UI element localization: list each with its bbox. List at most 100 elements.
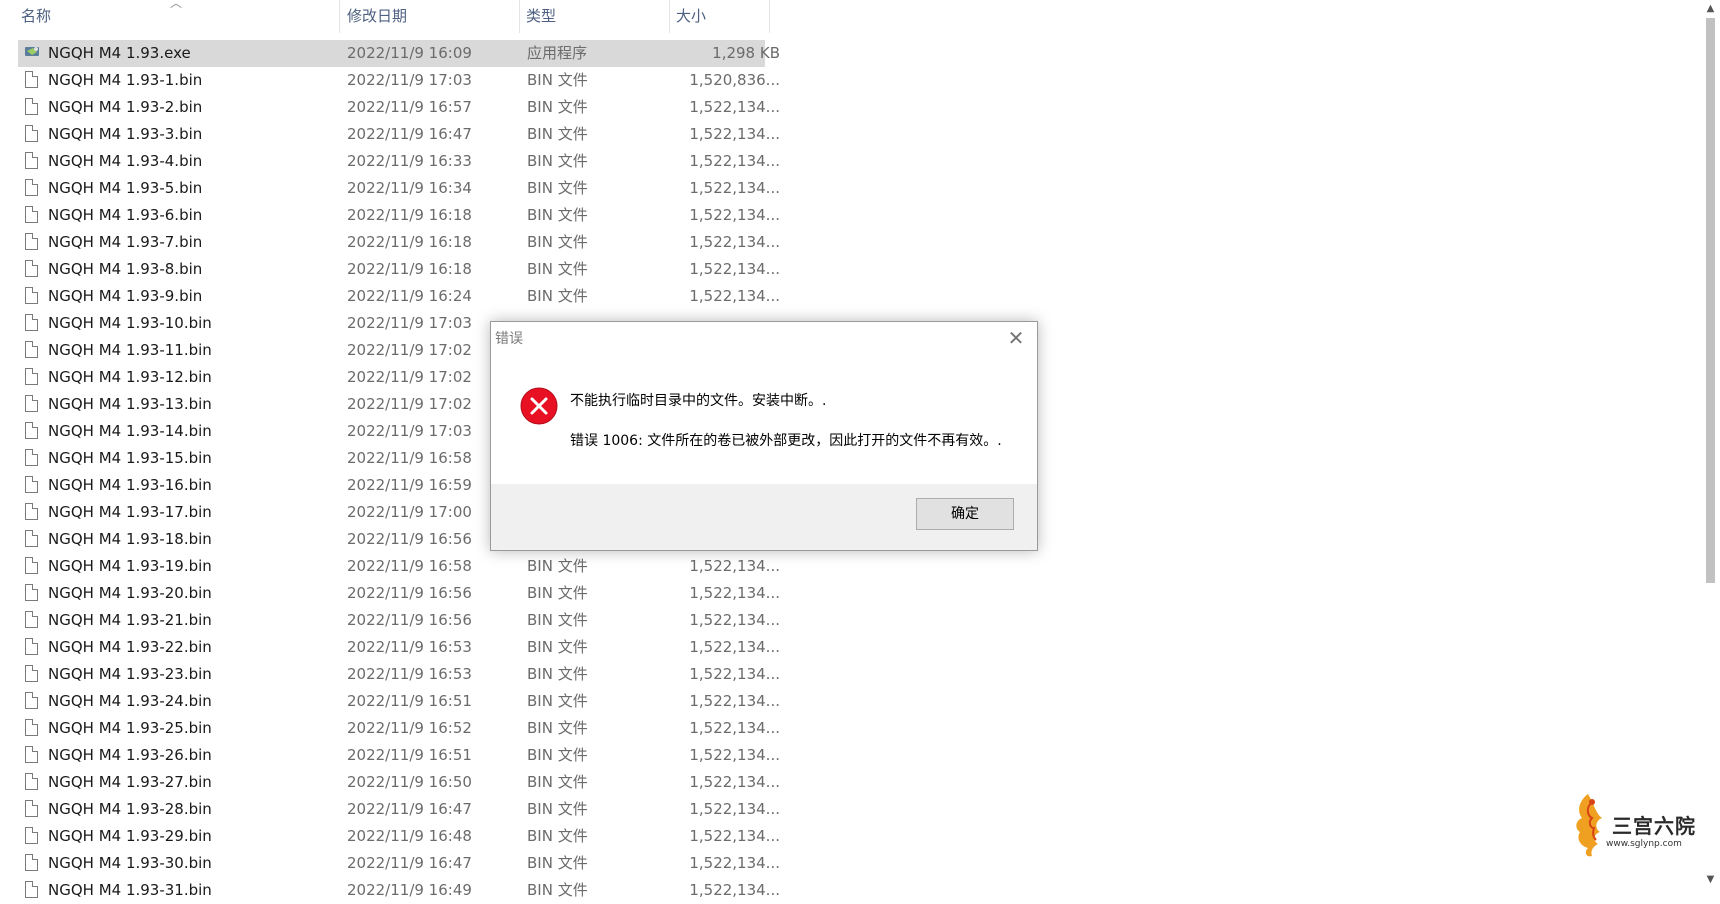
file-date: 2022/11/9 16:51 <box>347 692 472 710</box>
file-size: 1,522,134... <box>689 611 780 629</box>
file-date: 2022/11/9 16:53 <box>347 665 472 683</box>
ok-button[interactable]: 确定 <box>916 498 1014 530</box>
file-size: 1,522,134... <box>689 854 780 872</box>
file-type: BIN 文件 <box>527 800 588 818</box>
file-row[interactable]: NGQH M4 1.93-9.bin 2022/11/9 16:24 BIN 文件 1… <box>18 283 780 310</box>
dialog-title: 错误 <box>495 331 523 347</box>
file-size: 1,522,134... <box>689 125 780 143</box>
file-icon <box>25 121 43 148</box>
file-row[interactable]: NGQH M4 1.93-30.bin 2022/11/9 16:47 BIN 文件… <box>18 850 780 877</box>
file-type: BIN 文件 <box>527 881 588 899</box>
file-name: NGQH M4 1.93-28.bin <box>48 800 212 818</box>
file-icon <box>25 310 43 337</box>
file-name: NGQH M4 1.93-13.bin <box>48 395 212 413</box>
file-row[interactable]: NGQH M4 1.93-31.bin 2022/11/9 16:49 BIN 文件… <box>18 877 780 904</box>
file-type: BIN 文件 <box>527 584 588 602</box>
scroll-thumb[interactable] <box>1706 18 1715 583</box>
file-name: NGQH M4 1.93-17.bin <box>48 503 212 521</box>
file-icon <box>25 661 43 688</box>
file-type: BIN 文件 <box>527 665 588 683</box>
file-icon <box>25 877 43 904</box>
file-name: NGQH M4 1.93-18.bin <box>48 530 212 548</box>
file-row[interactable]: NGQH M4 1.93-20.bin 2022/11/9 16:56 BIN 文件… <box>18 580 780 607</box>
file-name: NGQH M4 1.93-15.bin <box>48 449 212 467</box>
column-size[interactable]: 大小 <box>671 0 770 33</box>
file-row[interactable]: NGQH M4 1.93-21.bin 2022/11/9 16:56 BIN 文件… <box>18 607 780 634</box>
file-icon <box>25 418 43 445</box>
file-row[interactable]: NGQH M4 1.93.exe 2022/11/9 16:09 应用程序 1,298… <box>18 40 780 67</box>
file-date: 2022/11/9 16:47 <box>347 854 472 872</box>
file-icon <box>25 94 43 121</box>
file-row[interactable]: NGQH M4 1.93-1.bin 2022/11/9 17:03 BIN 文件 1… <box>18 67 780 94</box>
file-icon <box>25 67 43 94</box>
column-header: 名称 ︿ 修改日期 类型 大小 <box>0 0 770 33</box>
file-date: 2022/11/9 16:09 <box>347 44 472 62</box>
file-date: 2022/11/9 16:56 <box>347 584 472 602</box>
file-date: 2022/11/9 16:33 <box>347 152 472 170</box>
phoenix-logo-icon <box>1576 794 1602 857</box>
sort-up-icon: ︿ <box>170 0 183 10</box>
file-row[interactable]: NGQH M4 1.93-3.bin 2022/11/9 16:47 BIN 文件 1… <box>18 121 780 148</box>
file-date: 2022/11/9 16:34 <box>347 179 472 197</box>
file-icon <box>25 175 43 202</box>
column-date[interactable]: 修改日期 <box>342 0 520 33</box>
watermark-url: www.sglynp.com <box>1606 839 1682 849</box>
file-date: 2022/11/9 16:47 <box>347 125 472 143</box>
file-row[interactable]: NGQH M4 1.93-19.bin 2022/11/9 16:58 BIN 文件… <box>18 553 780 580</box>
file-size: 1,522,134... <box>689 206 780 224</box>
file-type: BIN 文件 <box>527 125 588 143</box>
file-row[interactable]: NGQH M4 1.93-26.bin 2022/11/9 16:51 BIN 文件… <box>18 742 780 769</box>
file-date: 2022/11/9 16:53 <box>347 638 472 656</box>
file-date: 2022/11/9 16:56 <box>347 530 472 548</box>
file-type: BIN 文件 <box>527 71 588 89</box>
file-name: NGQH M4 1.93-27.bin <box>48 773 212 791</box>
file-size: 1,522,134... <box>689 557 780 575</box>
file-icon <box>25 823 43 850</box>
file-size: 1,298 KB <box>712 44 780 62</box>
file-date: 2022/11/9 17:02 <box>347 395 472 413</box>
file-row[interactable]: NGQH M4 1.93-2.bin 2022/11/9 16:57 BIN 文件 1… <box>18 94 780 121</box>
vertical-scrollbar[interactable]: ▲ ▼ <box>1701 0 1720 889</box>
file-name: NGQH M4 1.93.exe <box>48 44 191 62</box>
file-name: NGQH M4 1.93-25.bin <box>48 719 212 737</box>
file-row[interactable]: NGQH M4 1.93-7.bin 2022/11/9 16:18 BIN 文件 1… <box>18 229 780 256</box>
file-row[interactable]: NGQH M4 1.93-23.bin 2022/11/9 16:53 BIN 文件… <box>18 661 780 688</box>
file-row[interactable]: NGQH M4 1.93-4.bin 2022/11/9 16:33 BIN 文件 1… <box>18 148 780 175</box>
file-type: BIN 文件 <box>527 206 588 224</box>
close-icon[interactable]: ✕ <box>1001 324 1031 352</box>
file-icon <box>25 229 43 256</box>
file-row[interactable]: NGQH M4 1.93-29.bin 2022/11/9 16:48 BIN 文件… <box>18 823 780 850</box>
dialog-footer: 确定 <box>491 484 1037 550</box>
file-row[interactable]: NGQH M4 1.93-28.bin 2022/11/9 16:47 BIN 文件… <box>18 796 780 823</box>
file-row[interactable]: NGQH M4 1.93-8.bin 2022/11/9 16:18 BIN 文件 1… <box>18 256 780 283</box>
file-size: 1,522,134... <box>689 152 780 170</box>
file-size: 1,522,134... <box>689 746 780 764</box>
scroll-down-icon[interactable]: ▼ <box>1701 871 1720 889</box>
file-name: NGQH M4 1.93-8.bin <box>48 260 203 278</box>
file-date: 2022/11/9 16:50 <box>347 773 472 791</box>
file-name: NGQH M4 1.93-3.bin <box>48 125 203 143</box>
file-name: NGQH M4 1.93-29.bin <box>48 827 212 845</box>
column-type[interactable]: 类型 <box>521 0 670 33</box>
file-size: 1,522,134... <box>689 179 780 197</box>
file-row[interactable]: NGQH M4 1.93-25.bin 2022/11/9 16:52 BIN 文件… <box>18 715 780 742</box>
file-row[interactable]: NGQH M4 1.93-22.bin 2022/11/9 16:53 BIN 文件… <box>18 634 780 661</box>
file-row[interactable]: NGQH M4 1.93-6.bin 2022/11/9 16:18 BIN 文件 1… <box>18 202 780 229</box>
file-row[interactable]: NGQH M4 1.93-24.bin 2022/11/9 16:51 BIN 文件… <box>18 688 780 715</box>
file-size: 1,522,134... <box>689 773 780 791</box>
file-icon <box>25 796 43 823</box>
file-icon <box>25 472 43 499</box>
dialog-message: 不能执行临时目录中的文件。安装中断。. <box>570 393 827 409</box>
file-date: 2022/11/9 17:03 <box>347 71 472 89</box>
file-icon <box>25 283 43 310</box>
file-type: BIN 文件 <box>527 854 588 872</box>
file-row[interactable]: NGQH M4 1.93-27.bin 2022/11/9 16:50 BIN 文件… <box>18 769 780 796</box>
file-date: 2022/11/9 17:03 <box>347 314 472 332</box>
file-row[interactable]: NGQH M4 1.93-5.bin 2022/11/9 16:34 BIN 文件 1… <box>18 175 780 202</box>
error-dialog: 错误 ✕ 不能执行临时目录中的文件。安装中断。. 错误 1006: 文件所在的卷… <box>490 321 1038 551</box>
file-icon <box>25 769 43 796</box>
file-name: NGQH M4 1.93-5.bin <box>48 179 203 197</box>
file-date: 2022/11/9 16:49 <box>347 881 472 899</box>
file-type: BIN 文件 <box>527 773 588 791</box>
scroll-up-icon[interactable]: ▲ <box>1701 0 1720 18</box>
